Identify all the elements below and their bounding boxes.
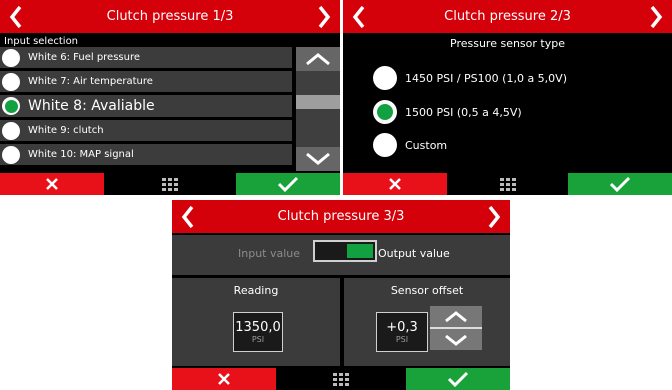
sensor-option[interactable]: 1450 PSI / PS100 (1,0 a 5,0V) <box>371 66 567 90</box>
prev-screen-button[interactable] <box>174 200 202 233</box>
close-icon <box>218 373 230 385</box>
reading-display: 1350,0 PSI <box>233 312 283 352</box>
increment-button[interactable] <box>430 306 482 327</box>
reading-unit: PSI <box>251 334 265 344</box>
cancel-button[interactable] <box>0 173 104 195</box>
next-screen-button[interactable] <box>310 0 338 33</box>
chevron-down-icon <box>306 152 330 165</box>
close-icon <box>389 178 401 190</box>
value-mode-toggle-area: Input value Output value <box>172 235 510 275</box>
sensor-option-label: Custom <box>405 138 448 152</box>
screen-title: Clutch pressure 3/3 <box>277 209 405 224</box>
sensor-option-label: 1500 PSI (0,5 a 4,5V) <box>405 105 522 119</box>
grid-menu-icon <box>333 372 349 386</box>
sensor-option-selected[interactable]: 1500 PSI (0,5 a 4,5V) <box>371 100 522 124</box>
chevron-left-icon <box>181 205 194 228</box>
radio-button[interactable] <box>2 72 20 91</box>
value-mode-switch[interactable] <box>313 240 377 262</box>
list-item[interactable]: White 9: clutch <box>0 120 292 141</box>
output-value-label: Output value <box>378 247 450 260</box>
list-item-label: White 7: Air temperature <box>28 76 153 87</box>
scroll-down-button[interactable] <box>296 147 340 171</box>
offset-stepper[interactable] <box>430 306 482 350</box>
confirm-button[interactable] <box>236 173 340 195</box>
next-screen-button[interactable] <box>642 0 670 33</box>
title-bar: Clutch pressure 3/3 <box>172 200 510 233</box>
screen-calibration: Clutch pressure 3/3 Input value Output v… <box>172 200 510 390</box>
list-item[interactable]: White 6: Fuel pressure <box>0 47 292 68</box>
radio-button[interactable] <box>373 66 397 90</box>
bottom-bar <box>172 368 510 390</box>
confirm-button[interactable] <box>568 173 672 195</box>
offset-display: +0,3 PSI <box>376 312 428 352</box>
chevron-right-icon <box>318 5 331 28</box>
radio-button[interactable] <box>373 133 397 157</box>
list-item[interactable]: White 7: Air temperature <box>0 71 292 92</box>
radio-button[interactable] <box>2 48 20 67</box>
sensor-type-heading: Pressure sensor type <box>450 37 565 50</box>
list-item[interactable]: White 10: MAP signal <box>0 144 292 165</box>
close-icon <box>46 178 58 190</box>
next-screen-button[interactable] <box>480 200 508 233</box>
decrement-button[interactable] <box>430 329 482 350</box>
chevron-down-icon <box>445 334 467 346</box>
radio-button[interactable] <box>2 145 20 164</box>
grid-menu-icon <box>162 177 178 191</box>
radio-button-selected[interactable] <box>2 97 20 115</box>
switch-knob <box>347 244 373 258</box>
screen-input-selection: Clutch pressure 1/3 Input selection Whit… <box>0 0 340 195</box>
input-selection-heading: Input selection <box>4 36 79 47</box>
scrollbar[interactable] <box>296 47 340 171</box>
reading-value: 1350,0 <box>235 319 281 335</box>
list-item-label: White 10: MAP signal <box>28 149 134 160</box>
checkmark-icon <box>447 371 469 387</box>
title-bar: Clutch pressure 2/3 <box>343 0 672 33</box>
offset-value: +0,3 <box>386 319 418 335</box>
input-value-label: Input value <box>238 247 301 260</box>
list-item-label: White 6: Fuel pressure <box>28 52 141 63</box>
menu-button[interactable] <box>161 176 179 192</box>
chevron-right-icon <box>488 205 501 228</box>
reading-title: Reading <box>233 284 279 297</box>
bottom-bar <box>343 173 672 195</box>
scroll-up-button[interactable] <box>296 47 340 71</box>
chevron-up-icon <box>306 53 330 66</box>
selected-dot <box>4 99 18 113</box>
screen-sensor-type: Clutch pressure 2/3 Pressure sensor type… <box>343 0 672 195</box>
prev-screen-button[interactable] <box>345 0 373 33</box>
offset-unit: PSI <box>395 334 409 344</box>
scroll-thumb[interactable] <box>296 95 340 109</box>
bottom-bar <box>0 173 340 195</box>
cancel-button[interactable] <box>343 173 447 195</box>
sensor-offset-card: Sensor offset +0,3 PSI <box>344 278 510 366</box>
sensor-option-label: 1450 PSI / PS100 (1,0 a 5,0V) <box>405 71 567 85</box>
grid-menu-icon <box>499 177 516 191</box>
checkmark-icon <box>609 176 631 192</box>
input-list: White 6: Fuel pressure White 7: Air temp… <box>0 47 292 168</box>
prev-screen-button[interactable] <box>2 0 30 33</box>
reading-card: Reading 1350,0 PSI <box>172 278 340 366</box>
chevron-left-icon <box>9 5 22 28</box>
list-item-label: White 9: clutch <box>28 125 104 136</box>
selected-dot <box>377 104 393 120</box>
list-item-label: White 8: Avaliable <box>28 98 155 114</box>
checkmark-icon <box>277 176 299 192</box>
title-bar: Clutch pressure 1/3 <box>0 0 340 33</box>
chevron-left-icon <box>352 5 365 28</box>
confirm-button[interactable] <box>406 368 510 390</box>
sensor-offset-title: Sensor offset <box>390 284 464 297</box>
chevron-right-icon <box>650 5 663 28</box>
sensor-option[interactable]: Custom <box>371 133 447 157</box>
screen-title: Clutch pressure 1/3 <box>106 9 234 24</box>
menu-button[interactable] <box>332 371 350 387</box>
menu-button[interactable] <box>499 176 517 192</box>
chevron-up-icon <box>445 310 467 322</box>
list-item-selected[interactable]: White 8: Avaliable <box>0 95 292 117</box>
radio-button[interactable] <box>2 121 20 140</box>
radio-button-selected[interactable] <box>373 100 397 124</box>
cancel-button[interactable] <box>172 368 276 390</box>
screen-title: Clutch pressure 2/3 <box>444 9 571 24</box>
